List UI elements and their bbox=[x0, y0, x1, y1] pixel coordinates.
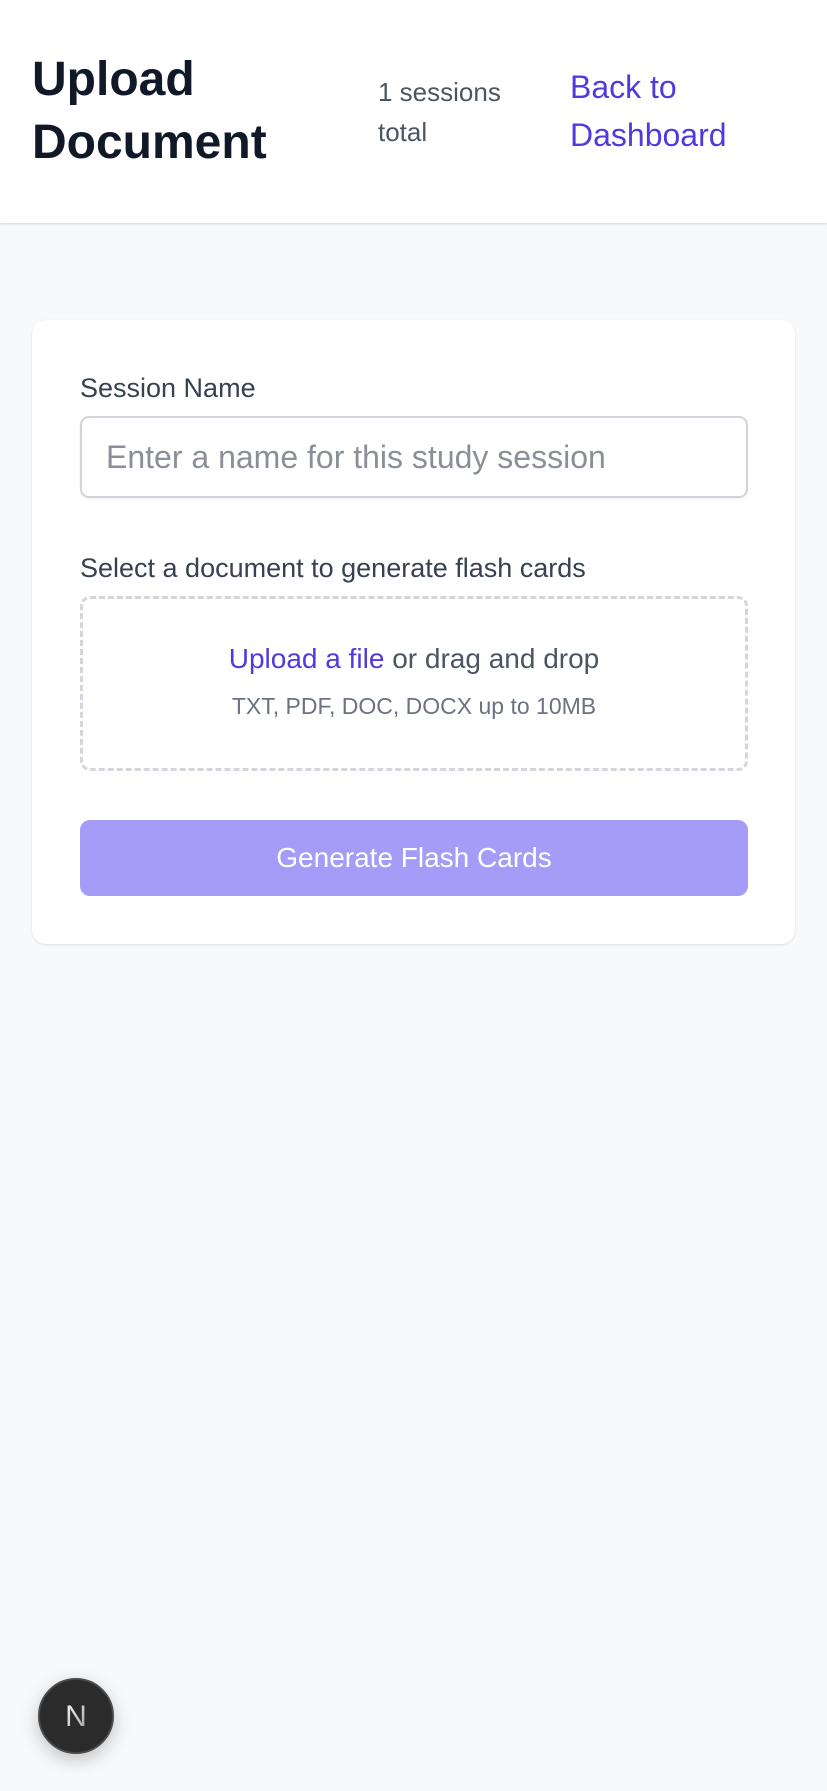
upload-card: Session Name Select a document to genera… bbox=[32, 320, 795, 944]
session-count: 1 sessions total bbox=[378, 77, 501, 147]
file-type-hint: TXT, PDF, DOC, DOCX up to 10MB bbox=[231, 693, 597, 719]
page-title: Upload Document bbox=[32, 53, 267, 169]
file-dropzone[interactable]: Upload a file or drag and drop TXT, PDF,… bbox=[80, 596, 748, 771]
upload-file-link[interactable]: Upload a file bbox=[229, 643, 385, 674]
session-name-label: Session Name bbox=[80, 373, 256, 403]
nextjs-dev-badge[interactable]: N bbox=[38, 1678, 114, 1754]
nextjs-logo-letter: N bbox=[65, 1700, 87, 1733]
dropzone-text: Upload a file or drag and drop bbox=[83, 639, 745, 679]
back-to-dashboard-link[interactable]: Back to Dashboard bbox=[570, 63, 770, 159]
session-name-input[interactable] bbox=[80, 416, 748, 498]
drag-drop-text: or drag and drop bbox=[384, 643, 600, 674]
nextjs-logo-icon: N bbox=[65, 1700, 87, 1733]
page-header: Upload Document 1 sessions total Back to… bbox=[0, 0, 827, 223]
generate-flash-cards-button[interactable]: Generate Flash Cards bbox=[80, 820, 748, 896]
document-select-label: Select a document to generate flash card… bbox=[80, 553, 586, 583]
